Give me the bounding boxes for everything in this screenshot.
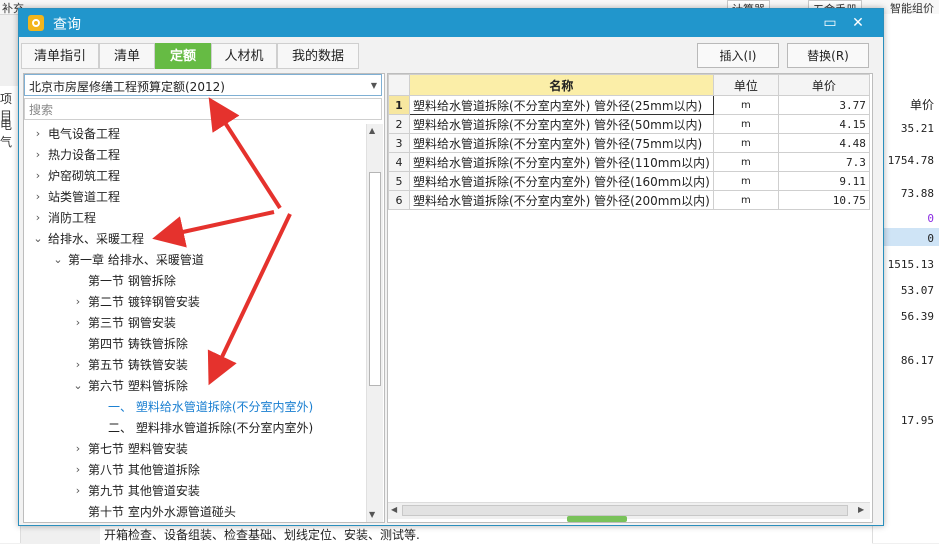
arrow-to-category — [152, 210, 275, 248]
annotation-arrows — [152, 97, 292, 386]
arrow-to-library — [208, 97, 282, 210]
arrow-to-section — [207, 213, 292, 386]
